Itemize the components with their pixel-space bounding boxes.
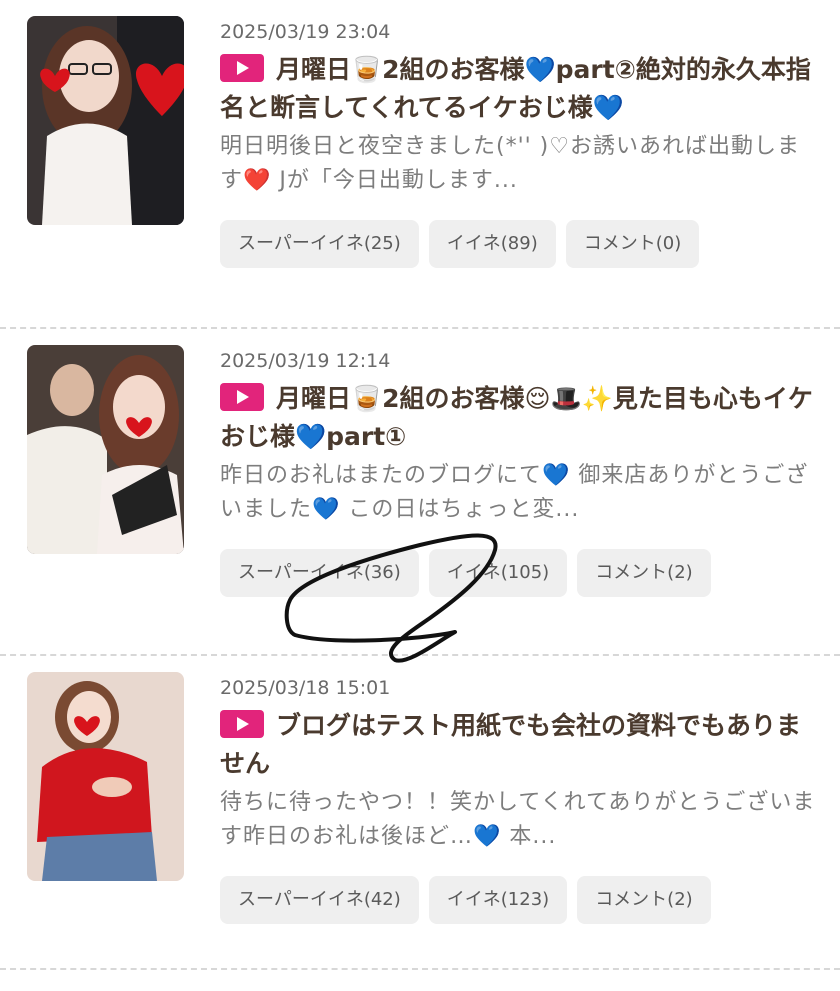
- bottom-divider: [0, 968, 840, 970]
- post-date: 2025/03/19 23:04: [220, 21, 391, 43]
- post-excerpt: 待ちに待ったやつ！！笑かしてくれてありがとうございます昨日のお礼は後ほど…💙 本…: [220, 790, 816, 849]
- comment-button[interactable]: コメント(2): [577, 876, 711, 924]
- post-excerpt: 明日明後日と夜空きました(*'' )♡お誘いあれば出動します❤️ Jが「今日出動…: [220, 134, 800, 193]
- like-button[interactable]: イイネ(105): [428, 549, 568, 597]
- super-like-button[interactable]: スーパーイイネ(25): [220, 220, 419, 268]
- blog-post[interactable]: 2025/03/18 15:01 ブログはテスト用紙でも会社の資料でもありません…: [0, 654, 840, 981]
- like-button[interactable]: イイネ(123): [428, 876, 568, 924]
- post-title-text[interactable]: ブログはテスト用紙でも会社の資料でもありません: [220, 711, 801, 778]
- blog-post[interactable]: 2025/03/19 12:14 月曜日🥃2組のお客様😌🎩✨見た目も心もイケおじ…: [0, 327, 840, 654]
- post-title-text[interactable]: 月曜日🥃2組のお客様💙part②絶対的永久本指名と断言してくれてるイケおじ様💙: [220, 55, 811, 122]
- post-title[interactable]: 月曜日🥃2組のお客様😌🎩✨見た目も心もイケおじ様💙part①: [220, 380, 820, 456]
- post-title[interactable]: ブログはテスト用紙でも会社の資料でもありません: [220, 707, 820, 783]
- comment-button[interactable]: コメント(0): [565, 220, 700, 268]
- post-excerpt: 昨日のお礼はまたのブログにて💙 御来店ありがとうございました💙 この日はちょっと…: [220, 463, 809, 522]
- blog-post[interactable]: 2025/03/19 23:04 月曜日🥃2組のお客様💙part②絶対的永久本指…: [0, 0, 840, 327]
- comment-button[interactable]: コメント(2): [577, 549, 711, 597]
- like-button[interactable]: イイネ(89): [428, 220, 556, 268]
- post-title-text[interactable]: 月曜日🥃2組のお客様😌🎩✨見た目も心もイケおじ様💙part①: [220, 384, 813, 451]
- post-thumbnail[interactable]: [27, 672, 184, 881]
- super-like-button[interactable]: スーパーイイネ(42): [220, 876, 419, 924]
- post-thumbnail[interactable]: [27, 345, 184, 554]
- play-icon: [220, 54, 264, 82]
- post-date: 2025/03/19 12:14: [220, 350, 391, 372]
- post-title[interactable]: 月曜日🥃2組のお客様💙part②絶対的永久本指名と断言してくれてるイケおじ様💙: [220, 51, 820, 127]
- post-thumbnail[interactable]: [27, 16, 184, 225]
- super-like-button[interactable]: スーパーイイネ(36): [220, 549, 419, 597]
- play-icon: [220, 383, 264, 411]
- post-date: 2025/03/18 15:01: [220, 677, 391, 699]
- play-icon: [220, 710, 264, 738]
